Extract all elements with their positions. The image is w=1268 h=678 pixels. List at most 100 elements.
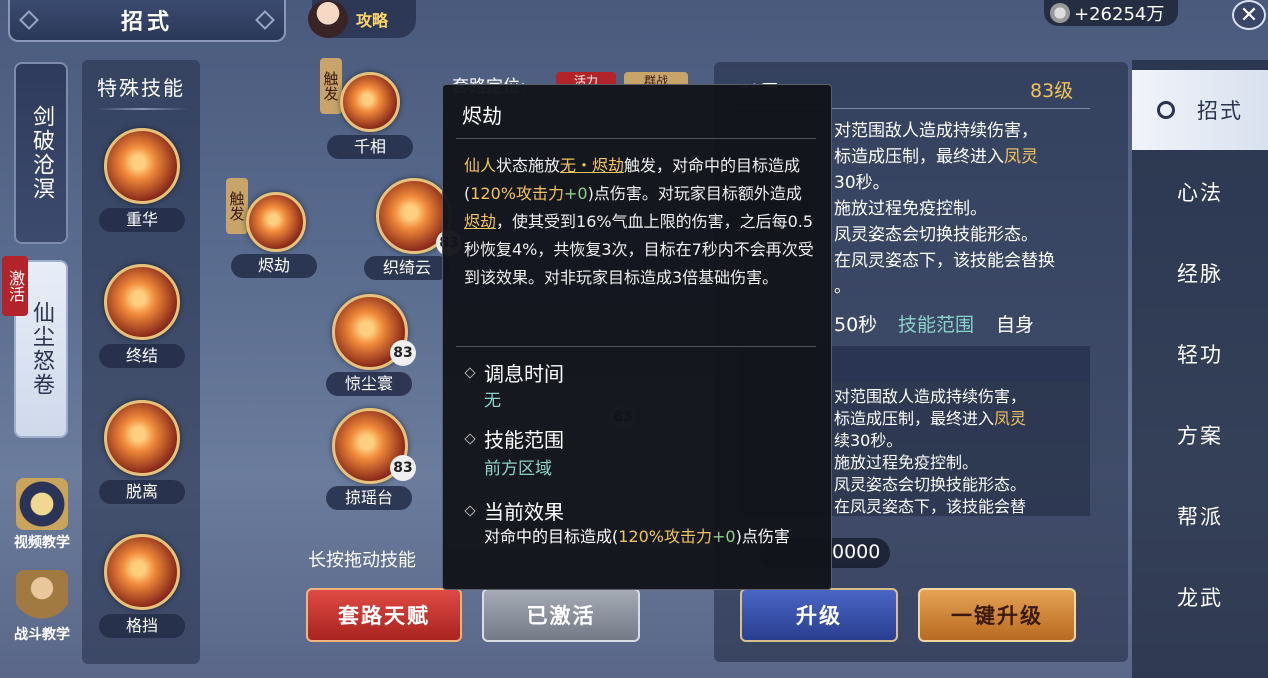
skill-level: 83级 <box>1030 76 1073 103</box>
effect-text: )点伤害 <box>735 527 790 546</box>
divider <box>456 138 816 139</box>
desc-line: 标造成压制，最终进入 <box>834 147 1004 167</box>
battle-teach-button[interactable]: 战斗教学 <box>10 570 74 644</box>
nav-item-plan[interactable]: 方案 <box>1132 395 1268 475</box>
upgrade-button[interactable]: 升级 <box>740 588 898 642</box>
tab-immortal-label: 仙尘怒卷 <box>29 301 54 397</box>
skill-icon-zhonghua[interactable] <box>104 128 180 204</box>
skill-label: 终结 <box>99 344 185 368</box>
nav-item-label: 心法 <box>1177 181 1223 205</box>
level-badge: 83 <box>390 340 416 366</box>
desc-line: 标造成压制，最终进入 <box>834 409 995 428</box>
nav-item-longwu[interactable]: 龙武 <box>1132 557 1268 637</box>
title-bar: 招式 <box>8 0 286 42</box>
book-icon <box>16 478 68 530</box>
video-teach-button[interactable]: 视频教学 <box>10 478 74 552</box>
skill-label: 织绮云 <box>364 256 450 280</box>
nav-item-guild[interactable]: 帮派 <box>1132 476 1268 556</box>
activated-button-label: 已激活 <box>526 604 596 628</box>
activate-badge: 激活 <box>2 256 28 316</box>
desc-line: 凤灵姿态会切换技能形态。 <box>834 225 1038 245</box>
tooltip-cd-header: 调息时间 <box>464 358 564 387</box>
skill-label: 重华 <box>99 208 185 232</box>
nav-item-moves[interactable]: 招式 <box>1132 70 1268 150</box>
tooltip-range-header: 技能范围 <box>464 424 564 453</box>
desc-gold: 无・烬劫 <box>560 156 625 175</box>
close-button[interactable]: ✕ <box>1232 0 1266 30</box>
skill-icon-jinjie[interactable] <box>246 192 306 252</box>
page-title: 招式 <box>120 10 173 35</box>
drag-hint: 长按拖动技能 <box>308 550 416 571</box>
skill-icon-gedang[interactable] <box>104 534 180 610</box>
skill-icon-qianxiang[interactable] <box>340 72 400 132</box>
diamond-bullet-icon <box>464 432 476 445</box>
gear-icon <box>1157 101 1175 119</box>
talent-button-label: 套路天赋 <box>338 604 430 628</box>
desc-line: 施放过程免疫控制。 <box>834 453 979 472</box>
desc-text: 状态施放 <box>496 156 561 175</box>
desc-line: 施放过程免疫控制。 <box>834 199 987 219</box>
skill-label: 脱离 <box>99 480 185 504</box>
battle-teach-label: 战斗教学 <box>14 627 70 643</box>
close-icon: ✕ <box>1239 2 1259 28</box>
tooltip-effect-header: 当前效果 <box>464 496 564 525</box>
warrior-icon <box>16 570 68 622</box>
coin-icon <box>1050 3 1070 23</box>
range-label: 技能范围 <box>898 314 975 336</box>
desc-line: 。 <box>834 277 851 297</box>
trigger-badge: 触发 <box>320 58 342 114</box>
currency-amount: +26254万 <box>1074 4 1165 25</box>
activate-badge-label: 激活 <box>6 270 25 302</box>
desc-line: 在凤灵姿态下，该技能会替换 <box>834 251 1055 271</box>
upgrade-all-button[interactable]: 一键升级 <box>918 588 1076 642</box>
trigger-badge: 触发 <box>226 178 248 234</box>
tooltip-cd-label: 调息时间 <box>484 362 564 386</box>
detail-desc2: 对范围敌人造成持续伤害， 标造成压制，最终进入凤灵 续30秒。 施放过程免疫控制… <box>834 386 1026 518</box>
currency-display[interactable]: +26254万 <box>1044 0 1178 26</box>
skill-icon-tuoli[interactable] <box>104 400 180 476</box>
skill-icon-zhongjie[interactable] <box>104 264 180 340</box>
talent-button[interactable]: 套路天赋 <box>306 588 462 642</box>
nav-item-label: 经脉 <box>1177 262 1223 286</box>
diamond-ornament-icon <box>255 10 275 30</box>
nav-item-meridian[interactable]: 经脉 <box>1132 233 1268 313</box>
guide-label: 攻略 <box>356 11 389 30</box>
upgrade-button-label: 升级 <box>796 604 842 628</box>
desc-line: 30秒。 <box>834 173 890 193</box>
guide-button[interactable]: 攻略 <box>308 0 416 38</box>
tooltip-effect-label: 当前效果 <box>484 500 564 524</box>
desc-gold: 烬劫 <box>464 212 497 231</box>
effect-green: +0 <box>712 527 736 546</box>
nav-item-xinfa[interactable]: 心法 <box>1132 152 1268 232</box>
skill-label: 惊尘寰 <box>326 372 412 396</box>
nav-item-label: 轻功 <box>1177 343 1223 367</box>
level-badge: 83 <box>390 455 416 481</box>
tab-sword[interactable]: 剑破沧溟 <box>14 62 68 244</box>
desc-gold: 120%攻击力 <box>470 184 564 203</box>
skill-label: 烬劫 <box>231 254 317 278</box>
effect-text: 对命中的目标造成( <box>484 527 619 546</box>
nav-item-label: 方案 <box>1177 424 1223 448</box>
tooltip-effect-text: 对命中的目标造成(120%攻击力+0)点伤害 <box>484 526 804 548</box>
detail-desc: 对范围敌人造成持续伤害， 标造成压制，最终进入凤灵 30秒。 施放过程免疫控制。… <box>834 118 1055 300</box>
tooltip-range-label: 技能范围 <box>484 428 564 452</box>
tooltip-cd-value: 无 <box>484 391 501 411</box>
avatar <box>308 0 348 38</box>
activated-button[interactable]: 已激活 <box>482 588 640 642</box>
cost-value: 0000 <box>832 541 881 563</box>
video-teach-label: 视频教学 <box>14 535 70 551</box>
nav-item-qinggong[interactable]: 轻功 <box>1132 314 1268 394</box>
cooldown-value: 50秒 <box>834 314 878 336</box>
tooltip-range-value: 前方区域 <box>484 459 552 479</box>
desc-gold: 凤灵 <box>1004 147 1038 167</box>
diamond-bullet-icon <box>464 504 476 517</box>
nav-item-label: 帮派 <box>1177 505 1223 529</box>
skill-label: 格挡 <box>99 614 185 638</box>
divider <box>96 108 188 110</box>
desc-line: 对范围敌人造成持续伤害， <box>834 121 1038 141</box>
special-skills-title: 特殊技能 <box>97 76 185 100</box>
nav-item-label: 招式 <box>1197 99 1243 123</box>
desc-line: 续30秒。 <box>834 431 903 450</box>
upgrade-all-button-label: 一键升级 <box>951 604 1043 628</box>
effect-gold: 120%攻击力 <box>618 527 712 546</box>
